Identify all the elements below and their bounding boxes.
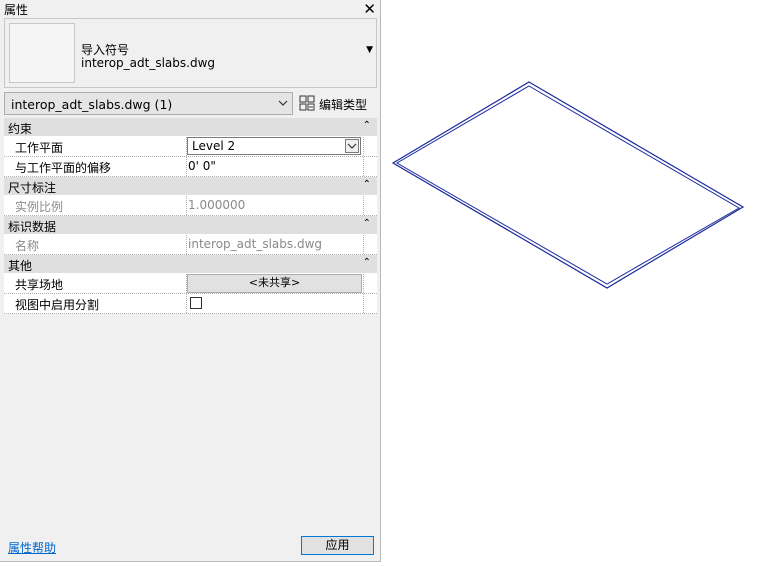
property-row-offset: 与工作平面的偏移 0' 0" (4, 157, 377, 177)
chevron-down-icon[interactable]: ▼ (366, 45, 373, 55)
property-name: 共享场地 (15, 278, 64, 292)
slab-outline-outer[interactable] (391, 81, 745, 289)
property-name: 视图中启用分割 (15, 298, 100, 312)
shared-site-button[interactable]: <未共享> (187, 274, 362, 293)
collapse-icon[interactable]: ⌃ (363, 256, 371, 270)
instance-selector-value: interop_adt_slabs.dwg (1) (11, 97, 173, 112)
apply-button[interactable]: 应用 (301, 536, 374, 555)
property-row-name: 名称 interop_adt_slabs.dwg (4, 235, 377, 255)
collapse-icon[interactable]: ⌃ (363, 119, 371, 133)
instance-scale-value: 1.000000 (188, 198, 246, 212)
offset-value[interactable]: 0' 0" (188, 159, 216, 173)
property-grid: 约束 ⌃ 工作平面 Level 2 与工作平面的偏移 0' 0" 尺寸标注 ⌃ … (4, 118, 377, 314)
edit-type-label: 编辑类型 (319, 98, 368, 112)
category-label: 约束 (8, 122, 33, 136)
name-value: interop_adt_slabs.dwg (188, 237, 323, 251)
palette-titlebar: 属性 ✕ (0, 0, 381, 18)
slab-outline-inner (396, 85, 740, 285)
close-icon[interactable]: ✕ (363, 0, 376, 18)
property-name: 实例比例 (15, 200, 64, 214)
property-row-enable-clipping: 视图中启用分割 (4, 294, 377, 314)
property-row-instance-scale: 实例比例 1.000000 (4, 196, 377, 216)
chevron-down-icon (278, 100, 288, 106)
category-label: 尺寸标注 (8, 181, 57, 195)
collapse-icon[interactable]: ⌃ (363, 178, 371, 192)
enable-clipping-checkbox[interactable] (190, 297, 202, 309)
category-constraints[interactable]: 约束 ⌃ (4, 118, 377, 137)
property-row-shared-site: 共享场地 <未共享> (4, 274, 377, 294)
property-name: 与工作平面的偏移 (15, 161, 112, 175)
edit-type-icon (299, 95, 315, 111)
properties-palette: 属性 ✕ 导入符号 interop_adt_slabs.dwg ▼ intero… (0, 0, 381, 562)
category-identity-data[interactable]: 标识数据 ⌃ (4, 216, 377, 235)
property-name: 工作平面 (15, 141, 64, 155)
drawing-viewport[interactable] (382, 0, 758, 563)
category-label: 标识数据 (8, 220, 57, 234)
instance-selector[interactable]: interop_adt_slabs.dwg (1) (4, 92, 293, 115)
palette-title: 属性 (4, 3, 29, 17)
properties-help-link[interactable]: 属性帮助 (8, 539, 56, 556)
property-row-work-plane: 工作平面 Level 2 (4, 137, 377, 157)
type-thumbnail (9, 23, 75, 83)
category-other[interactable]: 其他 ⌃ (4, 255, 377, 274)
type-name: interop_adt_slabs.dwg (81, 56, 216, 70)
property-name: 名称 (15, 239, 40, 253)
collapse-icon[interactable]: ⌃ (363, 217, 371, 231)
type-preview[interactable]: 导入符号 interop_adt_slabs.dwg ▼ (4, 18, 377, 88)
category-dimensions[interactable]: 尺寸标注 ⌃ (4, 177, 377, 196)
chevron-down-icon[interactable] (345, 139, 359, 153)
category-label: 其他 (8, 259, 33, 273)
work-plane-dropdown[interactable]: Level 2 (187, 137, 361, 155)
edit-type-button[interactable]: 编辑类型 (297, 92, 377, 114)
slab-drawing (391, 81, 745, 289)
work-plane-value: Level 2 (192, 139, 236, 153)
